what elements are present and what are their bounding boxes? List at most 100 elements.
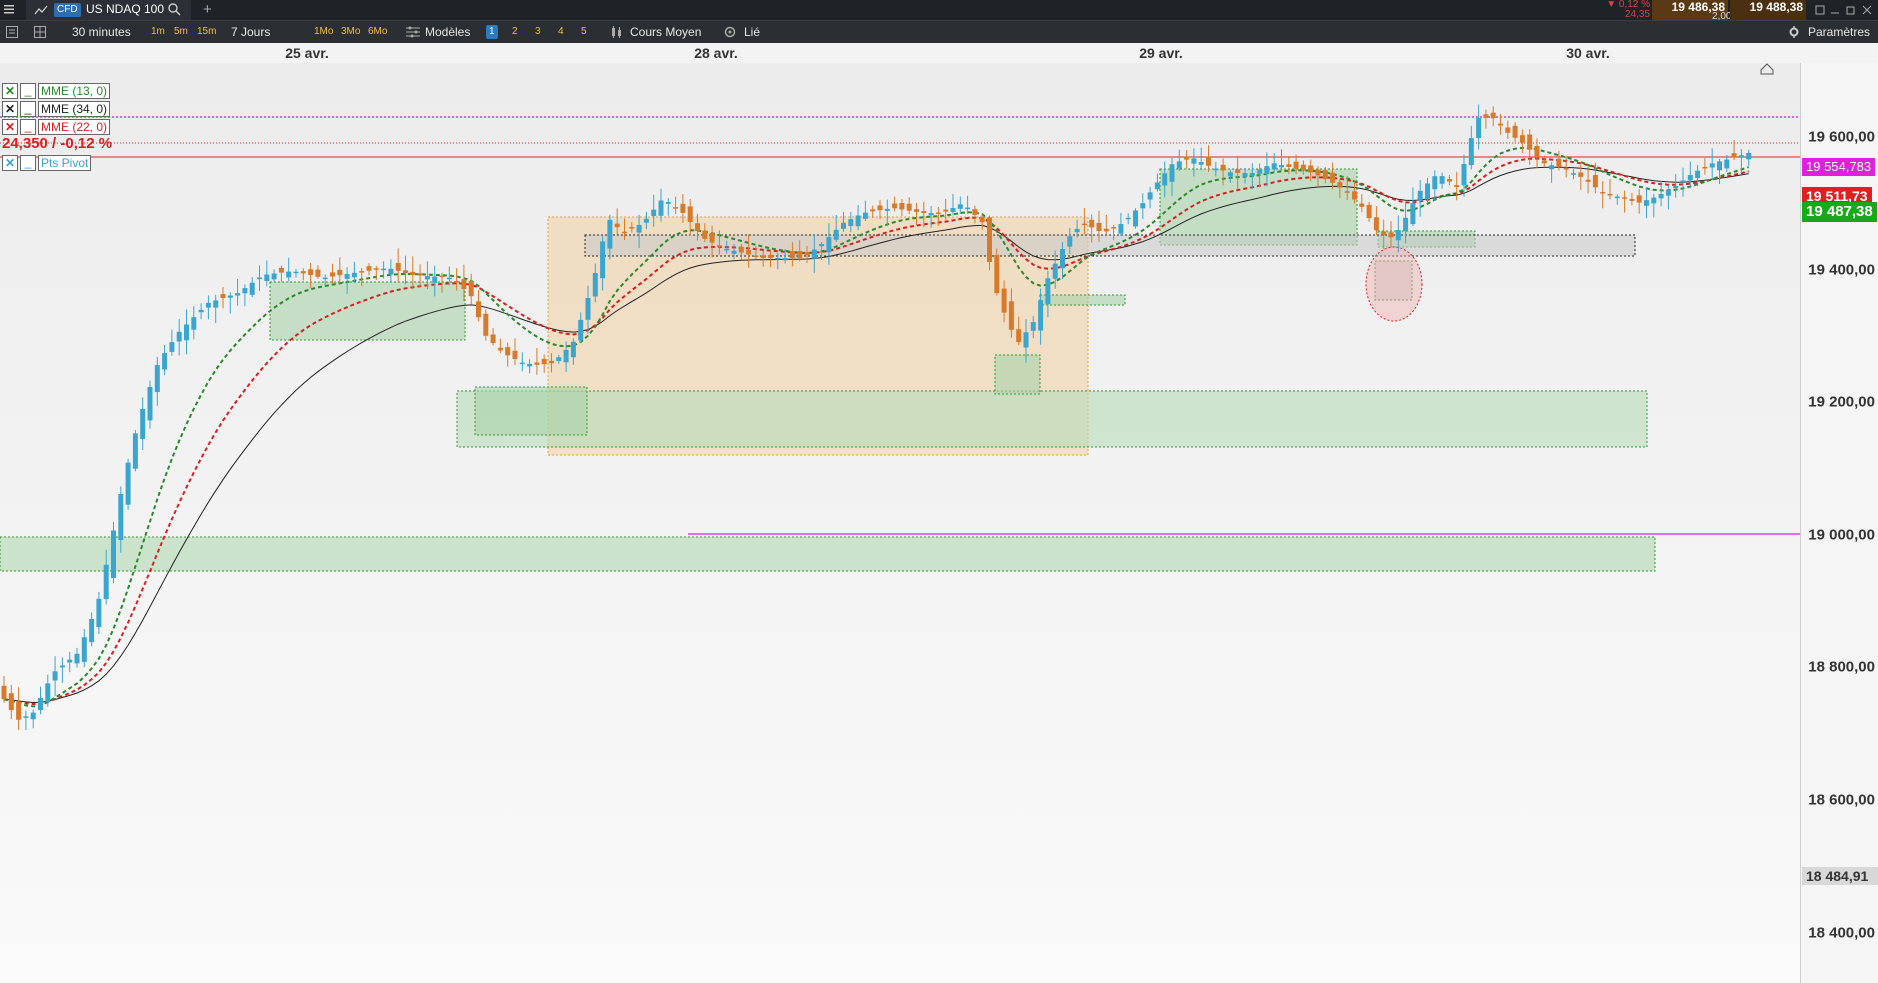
candle-body[interactable] xyxy=(388,268,394,275)
candle-body[interactable] xyxy=(198,309,204,313)
candle-body[interactable] xyxy=(1133,210,1138,227)
candle-body[interactable] xyxy=(1286,164,1292,167)
candle-body[interactable] xyxy=(1381,231,1387,235)
candle-body[interactable] xyxy=(1592,174,1598,188)
layout-2[interactable]: 2 xyxy=(509,25,521,39)
candle-body[interactable] xyxy=(505,347,511,356)
interval-15m[interactable]: 15m xyxy=(194,25,219,39)
candle-body[interactable] xyxy=(1067,236,1073,247)
layout-3[interactable]: 3 xyxy=(532,25,544,39)
candle-body[interactable] xyxy=(673,207,679,209)
candle-body[interactable] xyxy=(1388,232,1394,238)
candle-body[interactable] xyxy=(242,288,248,294)
candle-body[interactable] xyxy=(249,282,255,295)
candle-body[interactable] xyxy=(760,255,766,258)
candle-body[interactable] xyxy=(549,360,554,364)
candle-body[interactable] xyxy=(1154,182,1160,190)
candle-body[interactable] xyxy=(519,362,525,365)
candle-body[interactable] xyxy=(1366,204,1372,219)
candle-body[interactable] xyxy=(1045,278,1051,305)
candle-body[interactable] xyxy=(921,211,927,213)
candle-body[interactable] xyxy=(877,205,883,211)
candle-body[interactable] xyxy=(213,300,219,308)
collapse-icon[interactable]: _ xyxy=(20,100,36,117)
candle-body[interactable] xyxy=(454,281,460,283)
candle-body[interactable] xyxy=(169,342,175,352)
collapse-icon[interactable]: _ xyxy=(20,118,36,135)
candle-body[interactable] xyxy=(1198,162,1204,165)
candle-body[interactable] xyxy=(622,231,627,234)
candle-body[interactable] xyxy=(395,263,401,271)
minimize-icon[interactable] xyxy=(1830,4,1840,18)
candle-body[interactable] xyxy=(636,224,642,233)
candle-body[interactable] xyxy=(1176,161,1182,169)
candle-body[interactable] xyxy=(96,598,102,628)
candle-body[interactable] xyxy=(884,208,890,211)
candle-body[interactable] xyxy=(855,215,861,227)
candle-body[interactable] xyxy=(1111,227,1117,229)
candle-body[interactable] xyxy=(322,277,328,280)
candle-body[interactable] xyxy=(687,206,693,222)
candle-body[interactable] xyxy=(293,271,299,274)
candle-body[interactable] xyxy=(1191,158,1197,164)
candle-body[interactable] xyxy=(1534,145,1540,157)
candle-body[interactable] xyxy=(1,685,7,700)
candle-body[interactable] xyxy=(103,564,109,600)
candle-body[interactable] xyxy=(943,209,949,212)
candle-body[interactable] xyxy=(804,252,810,255)
candle-body[interactable] xyxy=(811,249,817,259)
remove-icon[interactable]: ✕ xyxy=(2,154,18,171)
candle-body[interactable] xyxy=(125,462,131,505)
candle-body[interactable] xyxy=(870,209,876,212)
candle-body[interactable] xyxy=(330,272,335,277)
timeframe-select[interactable]: 30 minutes xyxy=(72,21,131,43)
candle-body[interactable] xyxy=(1505,127,1511,133)
candle-body[interactable] xyxy=(1030,322,1036,331)
candle-body[interactable] xyxy=(118,494,124,541)
candle-body[interactable] xyxy=(724,248,730,251)
candle-body[interactable] xyxy=(417,273,423,276)
candle-body[interactable] xyxy=(1242,173,1248,177)
candle-body[interactable] xyxy=(826,237,832,253)
candle-body[interactable] xyxy=(1476,118,1482,139)
candle-body[interactable] xyxy=(972,209,978,215)
candle-body[interactable] xyxy=(1213,168,1219,171)
candle-body[interactable] xyxy=(1337,182,1343,188)
zone-green-box-a[interactable] xyxy=(474,386,588,436)
candle-body[interactable] xyxy=(1454,185,1460,188)
candle-body[interactable] xyxy=(768,254,773,258)
candle-body[interactable] xyxy=(1673,185,1679,189)
candle-body[interactable] xyxy=(432,276,438,283)
candle-body[interactable] xyxy=(439,275,445,278)
candle-body[interactable] xyxy=(1549,165,1555,170)
candle-body[interactable] xyxy=(1527,134,1533,150)
candle-body[interactable] xyxy=(979,216,985,223)
candle-body[interactable] xyxy=(366,266,372,271)
candle-body[interactable] xyxy=(1658,193,1664,199)
candle-body[interactable] xyxy=(819,244,825,247)
candle-body[interactable] xyxy=(702,230,708,239)
candle-body[interactable] xyxy=(614,223,620,228)
candle-body[interactable] xyxy=(950,208,956,212)
candle-body[interactable] xyxy=(1410,203,1416,225)
candle-body[interactable] xyxy=(1417,190,1423,201)
zone-gray-resistance[interactable] xyxy=(584,234,1636,257)
candle-body[interactable] xyxy=(359,271,365,273)
candle-body[interactable] xyxy=(381,268,387,271)
grid-layout-icon[interactable] xyxy=(34,26,46,41)
layout-5[interactable]: 5 xyxy=(578,25,590,39)
candle-body[interactable] xyxy=(373,268,379,270)
candle-body[interactable] xyxy=(899,203,905,210)
candle-body[interactable] xyxy=(410,271,416,275)
candle-body[interactable] xyxy=(483,313,489,336)
candle-body[interactable] xyxy=(8,693,14,711)
candle-body[interactable] xyxy=(1563,167,1569,170)
candle-body[interactable] xyxy=(476,301,481,318)
candle-body[interactable] xyxy=(490,334,496,344)
candle-body[interactable] xyxy=(1578,172,1584,177)
candle-body[interactable] xyxy=(1512,125,1518,138)
candle-body[interactable] xyxy=(191,317,197,330)
candle-body[interactable] xyxy=(286,271,292,278)
candle-body[interactable] xyxy=(235,293,241,296)
candle-body[interactable] xyxy=(1315,169,1321,176)
